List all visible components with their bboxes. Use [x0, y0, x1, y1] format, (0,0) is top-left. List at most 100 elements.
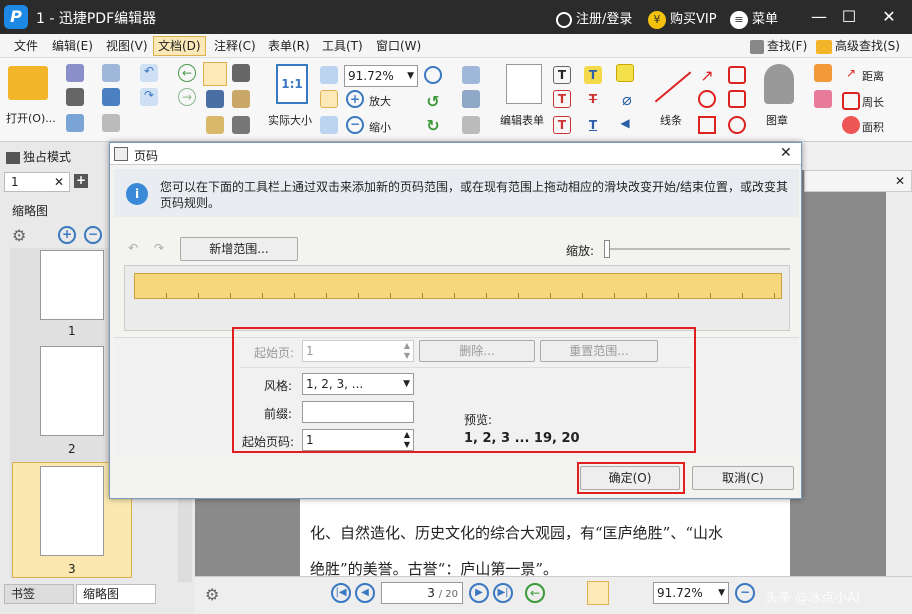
menu-comment[interactable]: 注释(C): [210, 37, 260, 55]
exclusive-mode-button[interactable]: 独占模式: [6, 148, 71, 165]
create-icon[interactable]: [102, 114, 120, 132]
add-page-icon[interactable]: [462, 116, 480, 134]
page-number-input[interactable]: 3 / 20: [381, 582, 463, 604]
edit-form-label[interactable]: 编辑表单: [500, 112, 544, 128]
close-tab-icon[interactable]: ✕: [54, 173, 64, 191]
actual-size-icon[interactable]: 1:1: [276, 64, 308, 104]
close-doc-icon[interactable]: ✕: [895, 174, 905, 188]
distance-label[interactable]: 距离: [862, 68, 884, 84]
settings-icon[interactable]: ⚙: [205, 585, 219, 604]
crop-icon[interactable]: [206, 116, 224, 134]
attachment-icon[interactable]: ⌀: [618, 90, 636, 109]
perimeter-icon[interactable]: [842, 92, 860, 110]
start-number-input[interactable]: 1 ▲ ▼: [302, 429, 414, 451]
status-zoom-select[interactable]: 91.72% ▼: [653, 582, 729, 604]
properties-icon[interactable]: [232, 116, 250, 134]
zoom-slider-track[interactable]: [604, 248, 790, 250]
prev-page-icon[interactable]: ◀: [355, 583, 375, 603]
text-field-icon[interactable]: T: [553, 66, 571, 84]
doc-scrollbar[interactable]: [886, 192, 912, 576]
ellipse-icon[interactable]: [698, 90, 716, 108]
arrow-icon[interactable]: ↗: [698, 66, 716, 85]
note-icon[interactable]: [616, 64, 634, 82]
add-range-button[interactable]: 新增范围...: [180, 237, 298, 261]
stamp-icon[interactable]: [764, 64, 794, 104]
doc-tab[interactable]: 1 ✕: [4, 172, 70, 192]
page-range-bar[interactable]: [134, 273, 782, 299]
first-page-icon[interactable]: |◀: [331, 583, 351, 603]
advanced-find-button[interactable]: 高级查找(S): [812, 37, 904, 55]
insert-page-icon[interactable]: [462, 66, 480, 84]
menu-form[interactable]: 表单(R): [264, 37, 314, 55]
start-page-spinner-icon[interactable]: ▲ ▼: [404, 341, 410, 361]
strikeout-icon[interactable]: T: [584, 90, 602, 108]
redo-icon[interactable]: ↷: [140, 88, 158, 106]
pencil-icon[interactable]: [814, 64, 832, 82]
back-icon[interactable]: ←: [178, 64, 196, 82]
rotate-right-icon[interactable]: ↻: [424, 116, 442, 135]
extract-page-icon[interactable]: [462, 90, 480, 108]
export-icon[interactable]: [66, 114, 84, 132]
eraser-icon[interactable]: [814, 90, 832, 108]
undo-icon[interactable]: ↶: [140, 64, 158, 82]
zoom-out-icon[interactable]: −: [346, 116, 364, 134]
distance-icon[interactable]: ↗: [842, 66, 860, 84]
zoom-in-icon[interactable]: +: [346, 90, 364, 108]
area-label[interactable]: 面积: [862, 119, 884, 135]
text-box-icon[interactable]: T: [553, 90, 571, 108]
delete-button[interactable]: 删除...: [419, 340, 535, 362]
vip-button[interactable]: ¥ 购买VIP: [648, 8, 717, 29]
dialog-close-icon[interactable]: ✕: [780, 145, 792, 161]
dialog-redo-icon[interactable]: ↷: [154, 241, 164, 255]
paste-icon[interactable]: [232, 90, 250, 108]
status-zoom-out-icon[interactable]: −: [735, 583, 755, 603]
rectangle-icon[interactable]: [698, 116, 716, 134]
fit-visible-icon[interactable]: [320, 116, 338, 134]
open-folder-icon[interactable]: [8, 66, 48, 100]
last-page-icon[interactable]: ▶|: [493, 583, 513, 603]
start-number-spinner-icon[interactable]: ▲ ▼: [404, 430, 410, 450]
polyline-icon[interactable]: [728, 66, 746, 84]
login-button[interactable]: 注册/登录: [556, 8, 632, 28]
menu-window[interactable]: 窗口(W): [372, 37, 425, 55]
fit-width-icon[interactable]: [320, 90, 338, 108]
zoom-in-label[interactable]: 放大: [369, 93, 391, 109]
gear-icon[interactable]: ⚙: [12, 226, 32, 245]
magnifier-icon[interactable]: [424, 66, 442, 84]
line-tool-icon[interactable]: [654, 71, 692, 103]
maximize-icon[interactable]: ☐: [836, 4, 862, 30]
typewriter-icon[interactable]: T: [584, 66, 602, 84]
minimize-icon[interactable]: —: [806, 4, 832, 30]
zoom-out-label[interactable]: 缩小: [369, 119, 391, 135]
save-icon[interactable]: [66, 64, 84, 82]
stamp-label[interactable]: 图章: [766, 112, 788, 128]
next-page-icon[interactable]: ▶: [469, 583, 489, 603]
scan-icon[interactable]: [102, 88, 120, 106]
menu-view[interactable]: 视图(V): [102, 37, 152, 55]
zoom-slider-thumb[interactable]: [604, 240, 610, 258]
callout-icon[interactable]: T: [553, 116, 571, 134]
cancel-button[interactable]: 取消(C): [692, 466, 794, 490]
tab-bookmarks[interactable]: 书签: [4, 584, 74, 604]
perimeter-label[interactable]: 周长: [862, 94, 884, 110]
thumb-zoom-out-icon[interactable]: −: [84, 226, 102, 244]
edit-form-icon[interactable]: [506, 64, 542, 104]
thumbnail-page-3[interactable]: [40, 466, 104, 556]
menu-edit[interactable]: 编辑(E): [48, 37, 97, 55]
open-label[interactable]: 打开(O)...: [6, 110, 56, 126]
menu-document[interactable]: 文档(D): [153, 36, 206, 56]
print-icon[interactable]: [66, 88, 84, 106]
close-icon[interactable]: ✕: [876, 4, 902, 30]
rotate-left-icon[interactable]: ↺: [424, 92, 442, 111]
new-tab-icon[interactable]: +: [74, 174, 88, 188]
style-select[interactable]: 1, 2, 3, ... ▼: [302, 373, 414, 395]
email-icon[interactable]: [102, 64, 120, 82]
hand-tool-icon[interactable]: [203, 62, 227, 86]
menu-button[interactable]: ≡ 菜单: [730, 8, 778, 29]
actual-size-label[interactable]: 实际大小: [268, 112, 312, 128]
forward-icon[interactable]: →: [178, 88, 196, 106]
prefix-input[interactable]: [302, 401, 414, 423]
polygon-icon[interactable]: [728, 90, 746, 108]
reset-range-button[interactable]: 重置范围...: [540, 340, 658, 362]
line-label[interactable]: 线条: [660, 112, 682, 128]
